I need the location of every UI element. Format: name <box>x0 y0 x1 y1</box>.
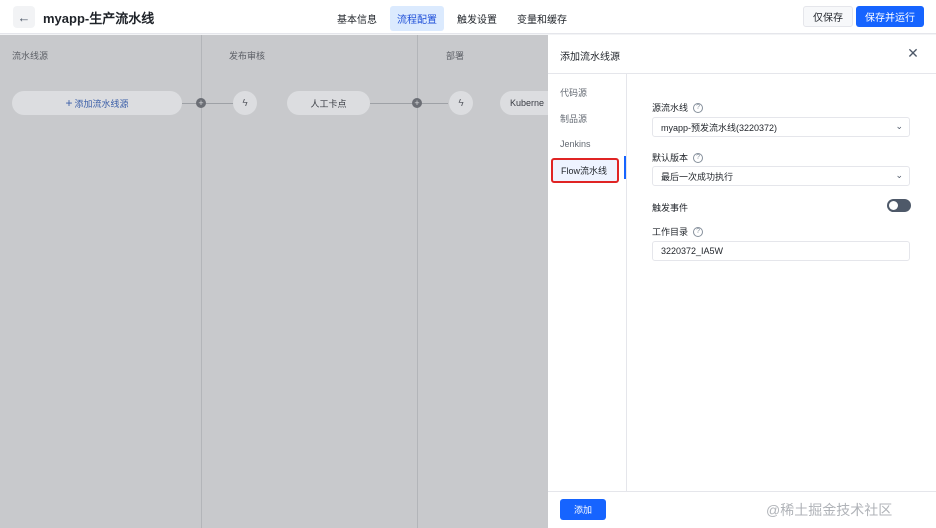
stage-divider <box>201 35 202 528</box>
arrow-left-icon: ← <box>17 9 31 25</box>
work-dir-input[interactable]: 3220372_IA5W <box>652 241 910 261</box>
drawer-title: 添加流水线源 <box>560 52 620 63</box>
stage-divider <box>417 35 418 528</box>
tab-variables-cache[interactable]: 变量和缓存 <box>510 6 574 31</box>
save-and-run-button[interactable]: 保存并运行 <box>856 6 924 27</box>
source-pipeline-value: myapp-预发流水线(3220372) <box>661 122 778 133</box>
close-icon[interactable]: ✕ <box>904 44 922 62</box>
add-stage-icon[interactable]: + <box>412 98 422 108</box>
connector-line <box>370 103 448 104</box>
divider <box>548 491 936 492</box>
source-type-nav: 代码源 制品源 Jenkins Flow流水线 <box>548 74 627 491</box>
save-only-button[interactable]: 仅保存 <box>803 6 853 27</box>
tab-trigger-settings[interactable]: 触发设置 <box>450 6 504 31</box>
stage-label-deploy: 部署 <box>446 51 465 61</box>
chevron-down-icon: ⌄ <box>895 121 903 131</box>
add-stage-icon[interactable]: + <box>196 98 206 108</box>
add-source-button[interactable]: + 添加流水线源 <box>12 91 182 115</box>
help-icon[interactable]: ? <box>693 102 704 113</box>
trigger-event-toggle[interactable] <box>887 199 911 212</box>
active-indicator <box>624 156 626 179</box>
default-version-label-text: 默认版本 <box>652 153 689 163</box>
help-icon[interactable]: ? <box>693 226 704 237</box>
kubernetes-deploy-label: Kuberne <box>510 98 545 108</box>
nav-item-flow-pipeline[interactable]: Flow流水线 <box>551 158 619 183</box>
lightning-icon[interactable]: ϟ <box>449 91 473 115</box>
tab-basic-info[interactable]: 基本信息 <box>330 6 384 31</box>
nav-item-artifact-source[interactable]: 制品源 <box>560 112 587 125</box>
stage-label-review: 发布审核 <box>229 51 266 61</box>
back-button[interactable]: ← <box>13 6 35 28</box>
work-dir-value: 3220372_IA5W <box>661 246 724 256</box>
kubernetes-deploy-card[interactable]: Kuberne <box>500 91 548 115</box>
default-version-value: 最后一次成功执行 <box>661 171 734 182</box>
nav-item-code-source[interactable]: 代码源 <box>560 86 587 99</box>
manual-check-label: 人工卡点 <box>310 98 347 109</box>
top-header: ← myapp-生产流水线 基本信息 流程配置 触发设置 变量和缓存 仅保存 保… <box>0 0 936 34</box>
work-dir-label: 工作目录 ? <box>652 225 704 238</box>
add-source-drawer: 添加流水线源 ✕ 代码源 制品源 Jenkins Flow流水线 源流水线 ? … <box>548 35 936 528</box>
tab-process-config[interactable]: 流程配置 <box>390 6 444 31</box>
source-pipeline-label-text: 源流水线 <box>652 103 689 113</box>
help-icon[interactable]: ? <box>693 152 704 163</box>
lightning-icon[interactable]: ϟ <box>233 91 257 115</box>
manual-check-card[interactable]: 人工卡点 <box>287 91 370 115</box>
source-pipeline-select[interactable]: myapp-预发流水线(3220372) ⌄ <box>652 117 910 137</box>
pipeline-canvas: 流水线源 发布审核 部署 + 添加流水线源 + ϟ 人工卡点 + ϟ Kuber… <box>0 35 548 528</box>
config-tabs: 基本信息 流程配置 触发设置 变量和缓存 <box>330 6 574 31</box>
work-dir-label-text: 工作目录 <box>652 227 689 237</box>
plus-icon: + <box>65 96 73 110</box>
add-source-label: 添加流水线源 <box>74 98 129 109</box>
watermark: @稀土掘金技术社区 <box>766 502 893 518</box>
chevron-down-icon: ⌄ <box>895 170 903 180</box>
default-version-label: 默认版本 ? <box>652 151 704 164</box>
source-pipeline-label: 源流水线 ? <box>652 101 704 114</box>
default-version-select[interactable]: 最后一次成功执行 ⌄ <box>652 166 910 186</box>
trigger-event-label: 触发事件 <box>652 203 689 213</box>
connector-line <box>182 103 234 104</box>
stage-label-source: 流水线源 <box>12 51 49 61</box>
page-title: myapp-生产流水线 <box>43 11 155 26</box>
nav-item-jenkins[interactable]: Jenkins <box>560 139 591 149</box>
toggle-knob <box>889 201 898 210</box>
add-button[interactable]: 添加 <box>560 499 606 520</box>
